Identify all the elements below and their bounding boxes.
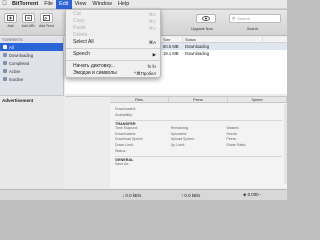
status-bar: ↓ 0.0 kB/s ↑ 0.0 kB/s ◈ 0.000 - [0,189,287,200]
submenu-arrow-icon: ▶ [152,52,156,57]
link-icon [22,13,35,23]
detail-left-pane [65,96,110,188]
add-url-button[interactable]: Add URL [21,13,36,28]
row-size: 18.1 MB [163,51,179,56]
search-icon: ⚲ [232,15,236,21]
shortcut: ⌘C [148,19,156,24]
rss-icon [40,13,53,23]
sidebar-item-inactive[interactable]: Inactive [0,75,63,83]
tab-speed[interactable]: Speed [228,97,287,102]
add-feed-button[interactable]: Add Feed [39,13,54,28]
sidebar-item-label: Completed [9,60,30,66]
menu-item-paste: Paste ⌘V [66,25,160,32]
menu-item-label: Speech [73,51,90,57]
menu-help[interactable]: Help [115,0,132,9]
shortcut: ^⌘Пробел [134,71,156,76]
sidebar-item-label: Active [9,68,21,74]
menu-item-label: Cut [73,11,81,17]
tab-peers[interactable]: Peers [169,97,228,102]
availability-label: Availability: [115,112,133,117]
advertisement-label: Advertisement [2,98,34,103]
sidebar-item-completed[interactable]: Completed [0,59,63,67]
column-status[interactable]: Status [183,37,263,42]
menu-bittorrent[interactable]: BitTorrent [9,0,41,9]
search-placeholder: Search [237,16,250,21]
menu-item-delete: Delete [66,32,160,39]
menu-item-label: Delete [73,32,88,38]
inactive-icon [3,77,7,81]
add-url-label: Add URL [21,24,36,28]
menu-item-label: Select All [73,39,94,45]
search-label: Search [247,27,259,31]
menu-item-cut: Cut ⌘X [66,11,160,18]
transfer-row: Status: [115,149,282,155]
menu-item-label: Эмодзи и символы [73,70,117,76]
sidebar-item-label: Downloading [9,52,34,58]
eye-icon [202,16,210,21]
menu-item-emoji-symbols[interactable]: Эмодзи и символы ^⌘Пробел [66,70,160,77]
add-icon [4,13,17,23]
save-as-label: Save As: [115,162,130,167]
row-status: Downloading [185,51,210,56]
details-body: Downloaded: Availability: TRANSFER Time … [110,103,287,170]
menu-item-label: Copy [73,18,85,24]
column-size[interactable]: Size [161,37,183,42]
add-label: Add [7,24,14,28]
apple-icon[interactable]:  [0,1,9,7]
upgrade-label: Upgrade Now [191,27,213,31]
edit-menu: Cut ⌘X Copy ⌘C Paste ⌘V Delete Select All ⌘A… [65,9,161,78]
shortcut: ⌘X [148,12,156,17]
menu-item-start-dictation[interactable]: Начать диктовку... fn fn [66,63,160,70]
completed-icon [3,61,7,65]
menu-separator [66,48,160,49]
shortcut: ⌘A [148,40,156,45]
menu-edit[interactable]: Edit [56,0,72,9]
sidebar: TORRENTS All Downloading Completed Activ… [0,37,64,200]
status-label: Status: [115,148,127,153]
menu-view[interactable]: View [72,0,90,9]
sidebar-item-label: Inactive [9,76,24,82]
shortcut: ⌘V [148,26,156,31]
menu-item-copy: Copy ⌘C [66,18,160,25]
add-button[interactable]: Add [3,13,18,28]
upload-rate: ↑ 0.0 kB/s [181,192,201,198]
menu-window[interactable]: Window [89,0,115,9]
tab-files[interactable]: Files [110,97,169,102]
advertisement-panel: Advertisement [0,95,64,200]
details-scrollbar[interactable] [284,104,287,184]
menu-item-label: Paste [73,25,86,31]
download-rate: ↓ 0.0 kB/s [122,192,142,198]
row-status: Downloading [185,44,210,49]
sidebar-item-active[interactable]: Active [0,67,63,75]
sidebar-item-all[interactable]: All [0,43,63,51]
token-balance[interactable]: ◈ 0.000 - [243,192,261,198]
menu-item-speech[interactable]: Speech ▶ [66,51,160,58]
menu-item-select-all[interactable]: Select All ⌘A [66,39,160,46]
menu-bar:  BitTorrent File Edit View Window Help [0,0,287,9]
details-pane: Files Peers Speed Downloaded: Availabili… [110,96,287,188]
menu-file[interactable]: File [41,0,56,9]
shortcut: fn fn [147,64,156,69]
upgrade-button[interactable] [196,14,216,23]
download-icon [3,53,7,57]
menu-item-label: Начать диктовку... [73,63,115,69]
row-size: 60.5 MB [163,44,179,49]
all-icon [3,45,7,49]
sidebar-item-downloading[interactable]: Downloading [0,51,63,59]
active-icon [3,69,7,73]
menu-separator [66,60,160,61]
search-field[interactable]: ⚲ Search [229,14,281,23]
sidebar-item-label: All [9,44,14,50]
add-feed-label: Add Feed [39,24,54,28]
